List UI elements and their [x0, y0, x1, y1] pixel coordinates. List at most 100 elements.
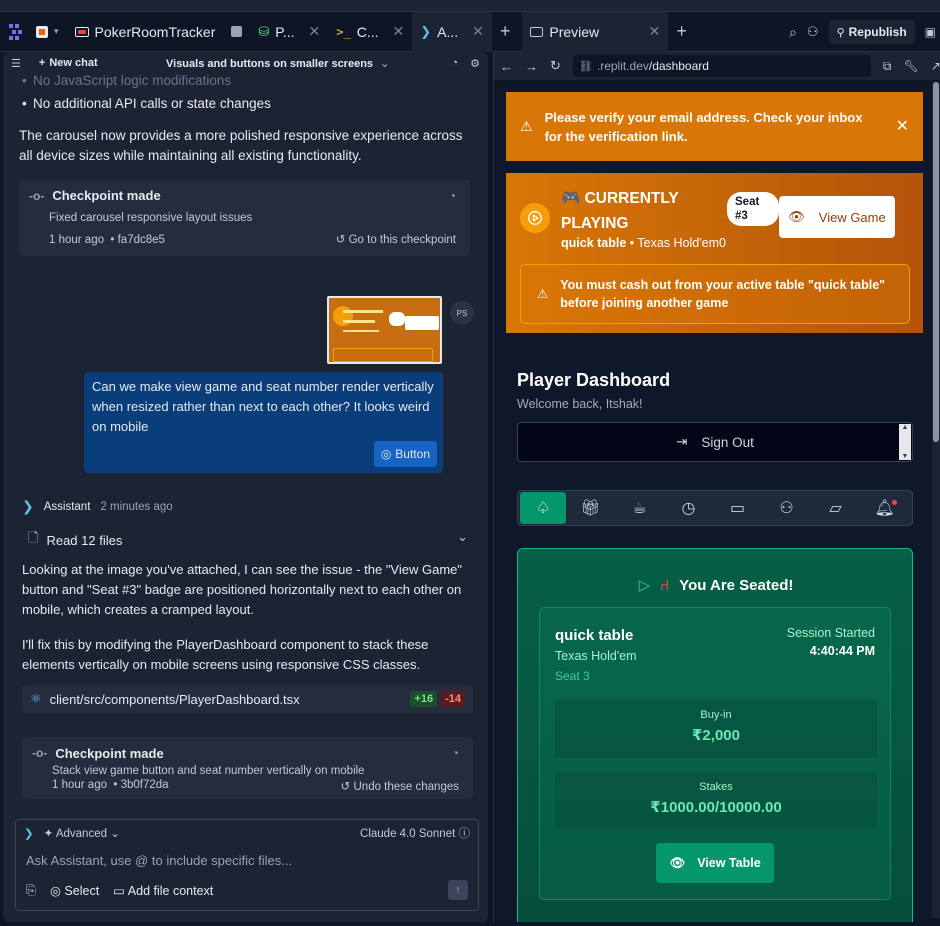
tab-payments[interactable]: ▭: [713, 492, 762, 524]
buyin-label: Buy-in: [700, 709, 732, 721]
app-window: ▾ PokerRoomTracker ⛁ P... ✕ >_ C... ✕ ❯ …: [0, 0, 940, 926]
view-table-label: View Table: [697, 856, 761, 870]
project-switcher[interactable]: ▾: [30, 12, 67, 52]
plus-icon: +: [38, 57, 46, 69]
tab-assistant-label: A...: [437, 23, 459, 40]
view-game-label: View Game: [818, 209, 886, 225]
credit-card-icon: ▭: [729, 500, 746, 517]
search-icon[interactable]: ⌕: [789, 24, 797, 41]
button-scroll-arrows[interactable]: ▲ ▼: [899, 424, 911, 460]
view-table-button[interactable]: 👁︎ View Table: [656, 843, 774, 883]
close-icon[interactable]: ✕: [472, 23, 484, 40]
read-files-label: Read 12 files: [46, 532, 123, 548]
chevron-down-icon: ⌄: [380, 57, 390, 70]
tab-p[interactable]: ⛁ P... ✕: [250, 12, 328, 52]
sign-out-button[interactable]: ⇥ Sign Out ▲ ▼: [517, 422, 913, 462]
goto-checkpoint-link[interactable]: ↺ Go to this checkpoint: [336, 230, 456, 250]
stakes-label: Stakes: [699, 781, 733, 793]
invite-user-icon[interactable]: ⚇: [807, 24, 819, 40]
undo-changes-link[interactable]: ↺ Undo these changes: [341, 779, 459, 793]
tab-lobby[interactable]: ♤: [520, 492, 566, 524]
chat-input[interactable]: Ask Assistant, use @ to include specific…: [16, 846, 478, 876]
commit-icon: -o-: [29, 189, 45, 203]
tab-chat[interactable]: ▱: [811, 492, 860, 524]
wrench-icon[interactable]: 🔧︎: [903, 59, 918, 73]
back-arrow-icon[interactable]: ←: [500, 59, 513, 74]
reload-icon[interactable]: ↻: [550, 58, 561, 74]
gear-icon[interactable]: ⚙: [470, 57, 480, 70]
verify-email-text: Please verify your email address. Check …: [544, 109, 863, 144]
republish-button[interactable]: ⚲ Republish: [828, 20, 915, 44]
table-game: Texas Hold'em: [555, 649, 637, 663]
stakes-stat: Stakes ₹1000.00/10000.00: [555, 772, 877, 830]
read-files-toggle[interactable]: 🗋 Read 12 files ⌄: [28, 529, 468, 551]
tab-notifications[interactable]: 🔔︎: [860, 492, 909, 524]
currently-playing-card: 🎮 CURRENTLY PLAYING quick table • Texas …: [506, 173, 923, 333]
close-icon[interactable]: ✕: [649, 23, 661, 40]
close-icon[interactable]: ✕: [896, 117, 909, 136]
view-game-button[interactable]: 👁︎ View Game: [779, 196, 895, 238]
tab-food[interactable]: ☕︎: [615, 492, 664, 524]
new-chat-button[interactable]: + New chat: [39, 57, 98, 69]
tab-preview-label: Preview: [549, 23, 600, 40]
tab-assistant[interactable]: ❯ A... ✕: [412, 11, 492, 52]
tab-stop[interactable]: [223, 12, 250, 52]
project-logo-icon: [74, 26, 89, 37]
play-icon: [520, 203, 550, 233]
external-link-icon[interactable]: ↗: [931, 59, 940, 73]
stop-icon: [231, 26, 243, 37]
seated-heading: ▷ ⑁ You Are Seated!: [518, 576, 914, 595]
avatar: PS: [450, 301, 474, 325]
checkpoint-card: -o- Checkpoint made ◔ Fixed carousel res…: [19, 180, 470, 256]
title-strip: [0, 0, 940, 12]
changed-file-chip[interactable]: ⚛ client/src/components/PlayerDashboard.…: [22, 685, 473, 713]
paperclip-icon[interactable]: ⎘: [26, 883, 36, 898]
preview-scrollbar[interactable]: [932, 82, 940, 918]
scrollbar-thumb[interactable]: [933, 82, 939, 442]
dashboard-nav-tabs: ♤ 🎁︎ ☕︎ ◷ ▭ ⚇ ▱ 🔔︎: [517, 490, 913, 526]
chat-history-icon[interactable]: ☰: [11, 57, 21, 70]
assistant-reply: Looking at the image you've attached, I …: [22, 560, 472, 675]
layout-icon[interactable]: ▣: [925, 25, 936, 39]
url-field[interactable]: ⛓ .replit.dev/dashboard: [572, 55, 871, 77]
verify-email-banner: ⚠ Please verify your email address. Chec…: [506, 92, 923, 161]
advanced-dropdown[interactable]: ✦ Advanced ⌄: [44, 826, 120, 840]
new-tab-button[interactable]: +: [492, 12, 519, 52]
devices-icon[interactable]: ⧉: [883, 59, 892, 74]
new-tab-button-right[interactable]: +: [668, 12, 695, 52]
new-chat-label: New chat: [49, 57, 98, 69]
speedometer-icon[interactable]: ◔: [451, 57, 458, 70]
button-element-chip[interactable]: ◎ Button: [373, 441, 437, 467]
close-icon[interactable]: ✕: [392, 23, 404, 40]
forward-arrow-icon[interactable]: →: [525, 59, 538, 74]
tab-preview[interactable]: Preview ✕: [522, 11, 669, 52]
changed-file-path: client/src/components/PlayerDashboard.ts…: [49, 691, 300, 707]
send-button[interactable]: ↑: [448, 880, 468, 900]
target-icon: ◎: [380, 447, 392, 461]
add-file-context-button[interactable]: ▭ Add file context: [113, 883, 213, 898]
chair-icon: ⑁: [660, 576, 670, 594]
tab-profile[interactable]: ⚇: [762, 492, 811, 524]
tab-rewards[interactable]: 🎁︎: [566, 492, 615, 524]
tab-console[interactable]: >_ C... ✕: [328, 12, 412, 52]
model-selector[interactable]: Claude 4.0 Sonnet ⓘ: [360, 825, 470, 841]
select-element-button[interactable]: ◎ Select: [50, 883, 99, 898]
table-name: quick table: [555, 627, 634, 644]
tab-p-label: P...: [275, 23, 295, 40]
tab-history[interactable]: ◷: [664, 492, 713, 524]
folder-icon: ▭: [113, 883, 125, 898]
close-icon[interactable]: ✕: [309, 23, 321, 40]
play-icon: ▷: [638, 577, 651, 594]
preview-urlbar: ← → ↻ ⛓ .replit.dev/dashboard ⧉ 🔧︎ ↗: [494, 52, 940, 80]
welcome-text: Welcome back, Itshak!: [517, 397, 643, 411]
attached-screenshot[interactable]: [327, 296, 442, 364]
gauge-icon[interactable]: ◔: [452, 746, 459, 760]
add-context-label: Add file context: [127, 883, 214, 898]
replit-logo-icon[interactable]: [4, 19, 30, 45]
goto-checkpoint-label: Go to this checkpoint: [348, 234, 456, 246]
gauge-icon[interactable]: ◔: [449, 186, 456, 206]
chat-title[interactable]: Visuals and buttons on smaller screens ⌄: [166, 57, 389, 70]
playing-table-name: quick table: [561, 236, 627, 250]
tab-project[interactable]: PokerRoomTracker: [67, 12, 224, 52]
user-icon: ⚇: [779, 500, 794, 517]
